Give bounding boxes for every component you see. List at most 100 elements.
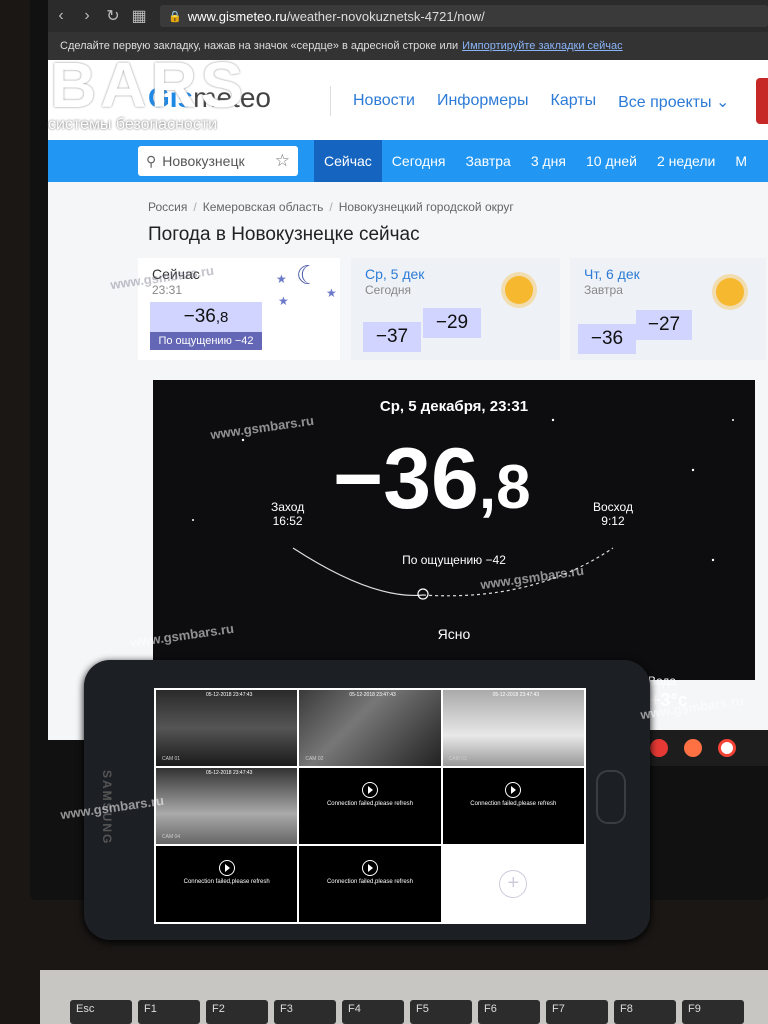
top-nav: Новости Информеры Карты Все проекты ⌄ (330, 86, 729, 116)
breadcrumb: Россия / Кемеровская область / Новокузнецкий… (148, 200, 514, 214)
url-domain: www.gismeteo.ru (187, 8, 287, 24)
sunset-info: Заход 16:52 (271, 500, 304, 528)
yandex-icon[interactable] (718, 739, 736, 757)
nav-informers[interactable]: Информеры (437, 92, 529, 116)
key-f3[interactable]: F3 (274, 1000, 336, 1024)
camera-feed[interactable]: 05-12-2018 23:47:43 CAM 04 (156, 768, 298, 844)
camera-grid: 05-12-2018 23:47:43 CAM 01 05-12-2018 23… (154, 688, 586, 924)
key-f2[interactable]: F2 (206, 1000, 268, 1024)
sun-icon (505, 276, 533, 304)
taskbar (640, 730, 768, 766)
key-f1[interactable]: F1 (138, 1000, 200, 1024)
tab-10-days[interactable]: 10 дней (576, 140, 647, 182)
key-f4[interactable]: F4 (342, 1000, 404, 1024)
home-button[interactable] (596, 770, 626, 824)
failed-message: Connection failed,please refresh (326, 801, 414, 807)
bars-subtitle: системы безопасности (48, 116, 218, 133)
panel-temp: −36,8 (333, 431, 531, 527)
tomorrow-sub: Завтра (584, 283, 623, 297)
sunset-label: Заход (271, 500, 305, 514)
tab-tomorrow[interactable]: Завтра (455, 140, 520, 182)
star-icon: ★ (278, 294, 289, 308)
opera-icon[interactable] (650, 739, 668, 757)
play-icon (218, 860, 235, 876)
moon-icon: ☾ (296, 260, 320, 290)
camera-failed[interactable]: Connection failed,please refresh (156, 846, 298, 922)
camera-feed[interactable]: 05-12-2018 23:47:43 CAM 03 (442, 690, 584, 766)
tomorrow-card[interactable]: Чт, 6 дек Завтра −36 −27 (570, 258, 766, 360)
today-label: Ср, 5 дек (365, 266, 425, 282)
water-label: Вода (648, 674, 677, 688)
camera-failed[interactable]: Connection failed,please refresh (299, 768, 441, 844)
add-camera-cell[interactable]: + (442, 846, 584, 922)
sun-icon (716, 278, 744, 306)
nav-all-projects[interactable]: Все проекты ⌄ (618, 92, 729, 116)
breadcrumb-item[interactable]: Кемеровская область (203, 200, 324, 214)
tab-today[interactable]: Сегодня (382, 140, 456, 182)
function-key-row: Esc F1 F2 F3 F4 F5 F6 F7 F8 F9 (70, 1000, 744, 1024)
today-card[interactable]: Ср, 5 дек Сегодня −37 −29 (351, 258, 560, 360)
today-low: −37 (363, 322, 421, 352)
camera-failed[interactable]: Connection failed,please refresh (442, 768, 584, 844)
smartphone: SAMSUNG 05-12-2018 23:47:43 CAM 01 05-12… (84, 660, 650, 940)
key-f9[interactable]: F9 (682, 1000, 744, 1024)
star-icon: ★ (276, 272, 287, 286)
tab-month[interactable]: М (725, 140, 757, 182)
tab-3-days[interactable]: 3 дня (521, 140, 576, 182)
forward-icon[interactable]: › (74, 7, 100, 25)
failed-message: Connection failed,please refresh (326, 879, 414, 885)
play-icon (361, 782, 378, 798)
key-f7[interactable]: F7 (546, 1000, 608, 1024)
sunset-time: 16:52 (272, 514, 303, 528)
panel-date: Ср, 5 декабря, 23:31 (379, 398, 529, 415)
reload-icon[interactable]: ↻ (100, 6, 126, 26)
now-temp: −36,8 (150, 302, 262, 332)
tab-now[interactable]: Сейчас (314, 140, 382, 182)
nav-divider (330, 86, 331, 116)
star-icon[interactable]: ☆ (275, 151, 290, 171)
camera-feed[interactable]: 05-12-2018 23:47:43 CAM 02 (299, 690, 441, 766)
address-bar[interactable]: 🔒 www.gismeteo.ru /weather-novokuznetsk-… (160, 5, 768, 27)
tomorrow-high: −27 (636, 310, 692, 340)
today-high: −29 (423, 308, 481, 338)
firefox-icon[interactable] (684, 739, 702, 757)
city-search-input[interactable]: ⚲ Новокузнецк ☆ (138, 146, 298, 176)
key-f8[interactable]: F8 (614, 1000, 676, 1024)
camera-failed[interactable]: Connection failed,please refresh (299, 846, 441, 922)
tab-2-weeks[interactable]: 2 недели (647, 140, 725, 182)
lock-icon: 🔒 (168, 10, 182, 23)
panel-feels: По ощущению −42 (402, 553, 506, 567)
browser-toolbar: ‹ › ↻ ▦ 🔒 www.gismeteo.ru /weather-novok… (48, 0, 768, 32)
nav-maps[interactable]: Карты (551, 92, 597, 116)
search-icon: ⚲ (146, 152, 157, 169)
back-icon[interactable]: ‹ (48, 7, 74, 25)
tomorrow-label: Чт, 6 дек (584, 266, 640, 282)
sunrise-time: 9:12 (601, 514, 625, 528)
play-icon (505, 782, 522, 798)
star-icon: ★ (326, 286, 337, 300)
play-icon (361, 860, 378, 876)
today-sub: Сегодня (365, 283, 411, 297)
sunrise-info: Восход 9:12 (593, 500, 633, 528)
grid-icon[interactable]: ▦ (126, 6, 152, 26)
add-icon[interactable]: + (499, 870, 528, 898)
failed-message: Connection failed,please refresh (470, 801, 557, 807)
tomorrow-low: −36 (578, 324, 636, 354)
failed-message: Connection failed,please refresh (183, 879, 270, 885)
breadcrumb-item[interactable]: Россия (148, 200, 187, 214)
nav-news[interactable]: Новости (353, 92, 415, 116)
page-title: Погода в Новокузнецке сейчас (148, 224, 420, 245)
url-path: /weather-novokuznetsk-4721/now/ (286, 8, 485, 24)
search-value: Новокузнецк (162, 153, 245, 169)
breadcrumb-item[interactable]: Новокузнецкий городской округ (339, 200, 514, 214)
header-badge[interactable] (756, 78, 768, 124)
now-feels: По ощущению −42 (150, 332, 262, 350)
panel-condition: Ясно (437, 626, 471, 642)
key-f5[interactable]: F5 (410, 1000, 472, 1024)
key-f6[interactable]: F6 (478, 1000, 540, 1024)
sunrise-label: Восход (593, 500, 633, 514)
camera-feed[interactable]: 05-12-2018 23:47:43 CAM 01 (156, 690, 298, 766)
import-bookmarks-link[interactable]: Импортируйте закладки сейчас (462, 40, 623, 52)
forecast-tabbar: ⚲ Новокузнецк ☆ Сейчас Сегодня Завтра 3 … (48, 140, 768, 182)
key-esc[interactable]: Esc (70, 1000, 132, 1024)
